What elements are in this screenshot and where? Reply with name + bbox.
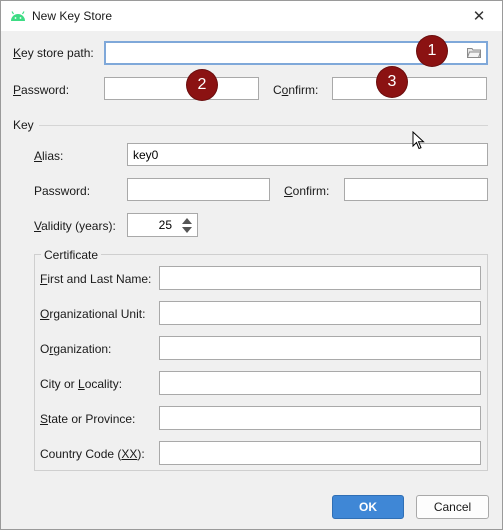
first-last-name-label: First and Last Name:	[40, 272, 152, 286]
first-last-name-input[interactable]	[159, 266, 481, 290]
cancel-button[interactable]: Cancel	[416, 495, 489, 519]
validity-label: Validity (years):	[34, 219, 116, 233]
android-icon	[11, 11, 25, 21]
key-confirm-input[interactable]	[344, 178, 488, 201]
title-bar: New Key Store ✕	[1, 1, 502, 31]
organization-input[interactable]	[159, 336, 481, 360]
spinner-up-icon[interactable]	[182, 218, 192, 224]
organization-label: Organization:	[40, 342, 112, 356]
country-code-label: Country Code (XX):	[40, 447, 145, 461]
annotation-badge-3: 3	[377, 67, 407, 97]
close-button[interactable]: ✕	[456, 1, 502, 31]
state-province-input[interactable]	[159, 406, 481, 430]
city-locality-input[interactable]	[159, 371, 481, 395]
alias-input[interactable]	[127, 143, 488, 166]
key-password-input[interactable]	[127, 178, 270, 201]
organizational-unit-input[interactable]	[159, 301, 481, 325]
country-code-input[interactable]	[159, 441, 481, 465]
annotation-badge-1: 1	[417, 36, 447, 66]
ok-button[interactable]: OK	[332, 495, 404, 519]
alias-label: Alias:	[34, 149, 64, 163]
city-locality-label: City or Locality:	[40, 377, 123, 391]
key-store-path-label: Key store path:	[13, 46, 94, 60]
window-title: New Key Store	[32, 9, 113, 23]
mouse-cursor-icon	[412, 131, 425, 150]
key-password-label: Password:	[34, 184, 91, 198]
key-confirm-label: Confirm:	[284, 184, 330, 198]
key-section-label: Key	[13, 118, 34, 132]
keystore-password-input[interactable]	[104, 77, 259, 100]
organizational-unit-label: Organizational Unit:	[40, 307, 146, 321]
validity-spinner[interactable]	[176, 213, 198, 237]
validity-input[interactable]	[127, 213, 177, 237]
keystore-password-label: Password:	[13, 83, 70, 97]
new-key-store-dialog: New Key Store ✕ Key store path: Password…	[0, 0, 503, 530]
annotation-badge-2: 2	[187, 70, 217, 100]
keystore-confirm-input[interactable]	[332, 77, 487, 100]
spinner-down-icon[interactable]	[182, 227, 192, 233]
key-section-divider	[39, 125, 488, 126]
keystore-confirm-label: Confirm:	[273, 83, 319, 97]
folder-icon[interactable]	[467, 47, 481, 58]
state-province-label: State or Province:	[40, 412, 136, 426]
close-icon: ✕	[472, 8, 486, 25]
certificate-group-title: Certificate	[41, 248, 102, 262]
